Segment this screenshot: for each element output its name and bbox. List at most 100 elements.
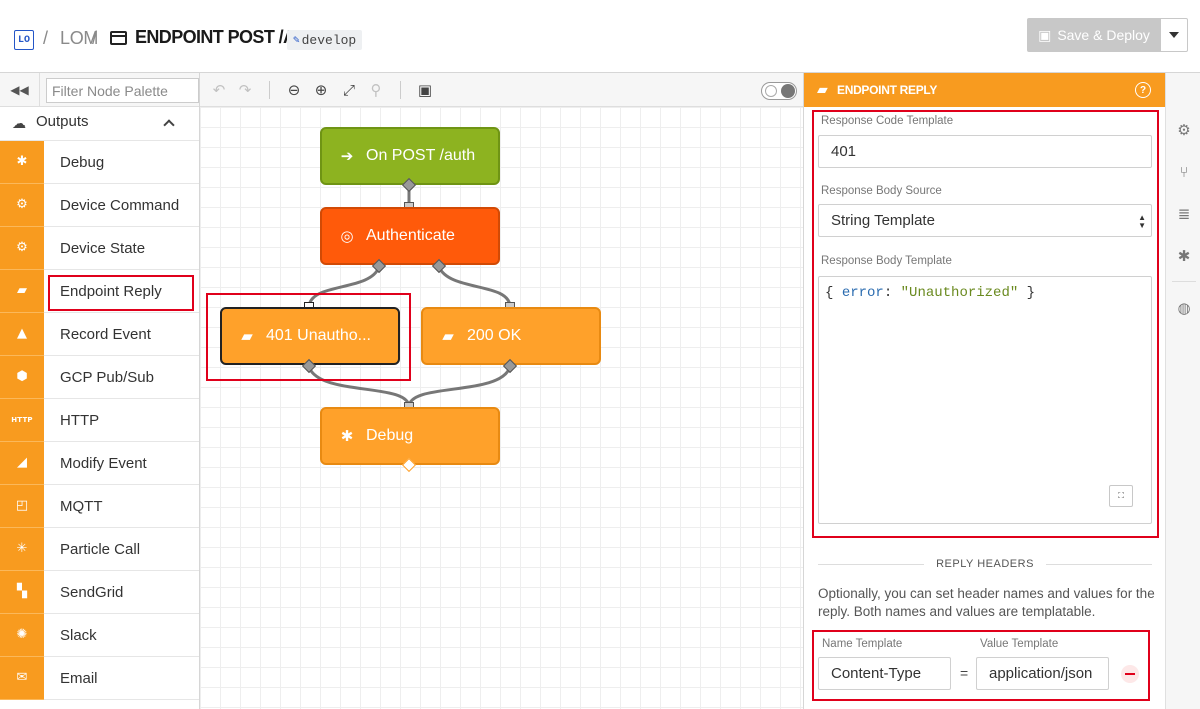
particle-icon: ✳ xyxy=(0,527,44,571)
node-label: Debug xyxy=(366,427,414,444)
palette-item-mqtt[interactable]: ◰ MQTT xyxy=(0,484,199,528)
remove-header-button[interactable] xyxy=(1121,665,1139,683)
code-brace-open: { xyxy=(825,285,842,301)
version-tag[interactable]: ✎ develop xyxy=(287,30,363,50)
palette-header: ◀◀ xyxy=(0,73,199,107)
divider xyxy=(818,563,925,565)
code-colon: : xyxy=(883,285,901,301)
slack-icon: ✺ xyxy=(0,613,44,657)
panel-header: ▰ ENDPOINT REPLY ? xyxy=(804,73,1165,107)
node-connections xyxy=(307,187,512,408)
endpoint-reply-icon: ▰ xyxy=(0,269,44,313)
undo-icon[interactable]: ↶ xyxy=(210,81,228,99)
code-string: "Unauthorized" xyxy=(900,285,1019,301)
bug-icon: ✱ xyxy=(0,140,44,184)
palette-category-outputs[interactable]: ☁ Outputs xyxy=(0,107,199,141)
pencil-icon: ✎ xyxy=(293,35,300,47)
palette-item-label: Device Command xyxy=(60,196,180,214)
divider xyxy=(1172,281,1196,282)
palette-item-label: HTTP xyxy=(60,411,100,429)
breadcrumb-separator: / xyxy=(92,28,98,48)
palette-item-modify-event[interactable]: ◢ Modify Event xyxy=(0,441,199,485)
globe-icon[interactable]: ◍ xyxy=(1175,299,1193,317)
palette-item-email[interactable]: ✉ Email xyxy=(0,656,199,700)
header-name-input[interactable]: Content-Type xyxy=(818,657,951,690)
palette-item-label: Record Event xyxy=(60,325,151,343)
add-comment-icon[interactable]: ▣ xyxy=(416,81,434,99)
palette-item-label: GCP Pub/Sub xyxy=(60,368,154,386)
body-template-label: Response Body Template xyxy=(821,255,952,267)
palette-item-debug[interactable]: ✱ Debug xyxy=(0,140,199,184)
wire-401-debug xyxy=(307,366,411,408)
application-logo[interactable]: LO xyxy=(14,30,34,50)
palette-item-label: MQTT xyxy=(60,497,103,515)
toggle-knob xyxy=(765,85,777,97)
palette-item-slack[interactable]: ✺ Slack xyxy=(0,613,199,657)
zoom-reset-icon[interactable]: ⚲ xyxy=(367,81,385,99)
toolbar-divider xyxy=(269,81,270,99)
bug-icon: ✱ xyxy=(340,428,354,445)
record-event-icon: ▲ xyxy=(0,312,44,356)
branch-icon[interactable]: ⑂ xyxy=(1175,163,1193,181)
body-source-select[interactable]: String Template ▲ ▼ xyxy=(818,204,1152,237)
device-command-icon: ⚙ xyxy=(0,183,44,227)
value-template-label: Value Template xyxy=(980,638,1059,650)
endpoint-reply-icon: ▰ xyxy=(817,82,828,98)
expand-editor-button[interactable]: ⛶ xyxy=(1109,485,1133,507)
zoom-in-icon[interactable]: ⊕ xyxy=(312,81,330,99)
node-401-unauthorized[interactable]: ▰ 401 Unautho... xyxy=(220,307,400,365)
chevron-up-icon xyxy=(163,119,175,131)
modify-event-icon: ◢ xyxy=(0,441,44,485)
body-template-editor[interactable]: { error: "Unauthorized" } xyxy=(818,276,1152,524)
node-200-ok[interactable]: ▰ 200 OK xyxy=(421,307,601,365)
breadcrumb-separator: / xyxy=(43,28,49,48)
panel-title: ENDPOINT REPLY xyxy=(837,83,938,97)
palette-item-device-state[interactable]: ⚙ Device State xyxy=(0,226,199,270)
response-code-value: 401 xyxy=(831,143,857,160)
palette-item-particle-call[interactable]: ✳ Particle Call xyxy=(0,527,199,571)
endpoint-reply-icon: ▰ xyxy=(442,328,454,345)
gear-icon[interactable]: ⚙ xyxy=(1175,121,1193,139)
node-label: On POST /auth xyxy=(366,147,476,164)
debug-toggle[interactable] xyxy=(761,82,797,100)
node-on-post-auth[interactable]: ➔ On POST /auth xyxy=(320,127,500,185)
body-source-value: String Template xyxy=(831,212,935,229)
node-debug[interactable]: ✱ Debug xyxy=(320,407,500,465)
save-deploy-label: Save & Deploy xyxy=(1057,27,1150,43)
toolbar-divider xyxy=(400,81,401,99)
palette-item-record-event[interactable]: ▲ Record Event xyxy=(0,312,199,356)
mqtt-icon: ◰ xyxy=(0,484,44,528)
header-value-input[interactable]: application/json xyxy=(976,657,1109,690)
palette-node-list: ✱ Debug ⚙ Device Command ⚙ Device State … xyxy=(0,140,199,700)
email-icon: ✉ xyxy=(0,656,44,700)
collapse-palette-button[interactable]: ◀◀ xyxy=(0,73,40,107)
endpoint-reply-icon: ▰ xyxy=(241,328,253,345)
bug-icon[interactable]: ✱ xyxy=(1175,247,1193,265)
palette-item-label: Particle Call xyxy=(60,540,141,558)
palette-item-endpoint-reply[interactable]: ▰ Endpoint Reply xyxy=(0,269,199,313)
redo-icon[interactable]: ↷ xyxy=(236,81,254,99)
workflow-canvas[interactable]: ➔ On POST /auth ◎ Authenticate ▰ 401 Una… xyxy=(200,107,803,709)
response-code-input[interactable]: 401 xyxy=(818,135,1152,168)
node-authenticate[interactable]: ◎ Authenticate xyxy=(320,207,500,265)
palette-category-label: Outputs xyxy=(36,113,89,130)
header-value-value: application/json xyxy=(989,665,1093,682)
response-code-label: Response Code Template xyxy=(821,115,954,127)
save-icon: ▣ xyxy=(1038,26,1052,43)
help-icon[interactable]: ? xyxy=(1135,82,1151,98)
palette-item-gcp-pubsub[interactable]: ⬢ GCP Pub/Sub xyxy=(0,355,199,399)
zoom-out-icon[interactable]: ⊖ xyxy=(285,81,303,99)
fit-to-screen-icon[interactable]: ⤢ xyxy=(340,81,358,99)
palette-item-device-command[interactable]: ⚙ Device Command xyxy=(0,183,199,227)
code-brace-close: } xyxy=(1018,285,1036,301)
cloud-upload-icon: ☁ xyxy=(12,116,26,132)
deploy-options-dropdown[interactable] xyxy=(1161,18,1188,52)
palette-item-http[interactable]: HTTP HTTP xyxy=(0,398,199,442)
side-tab-bar: ⚙ ⑂ ≣ ✱ ◍ xyxy=(1165,73,1200,709)
save-deploy-button[interactable]: ▣ Save & Deploy xyxy=(1027,18,1161,52)
palette-item-sendgrid[interactable]: ▚ SendGrid xyxy=(0,570,199,614)
filter-node-palette-input[interactable] xyxy=(46,78,199,103)
database-icon[interactable]: ≣ xyxy=(1175,205,1193,223)
palette-item-label: Device State xyxy=(60,239,146,257)
body-source-label: Response Body Source xyxy=(821,185,942,197)
